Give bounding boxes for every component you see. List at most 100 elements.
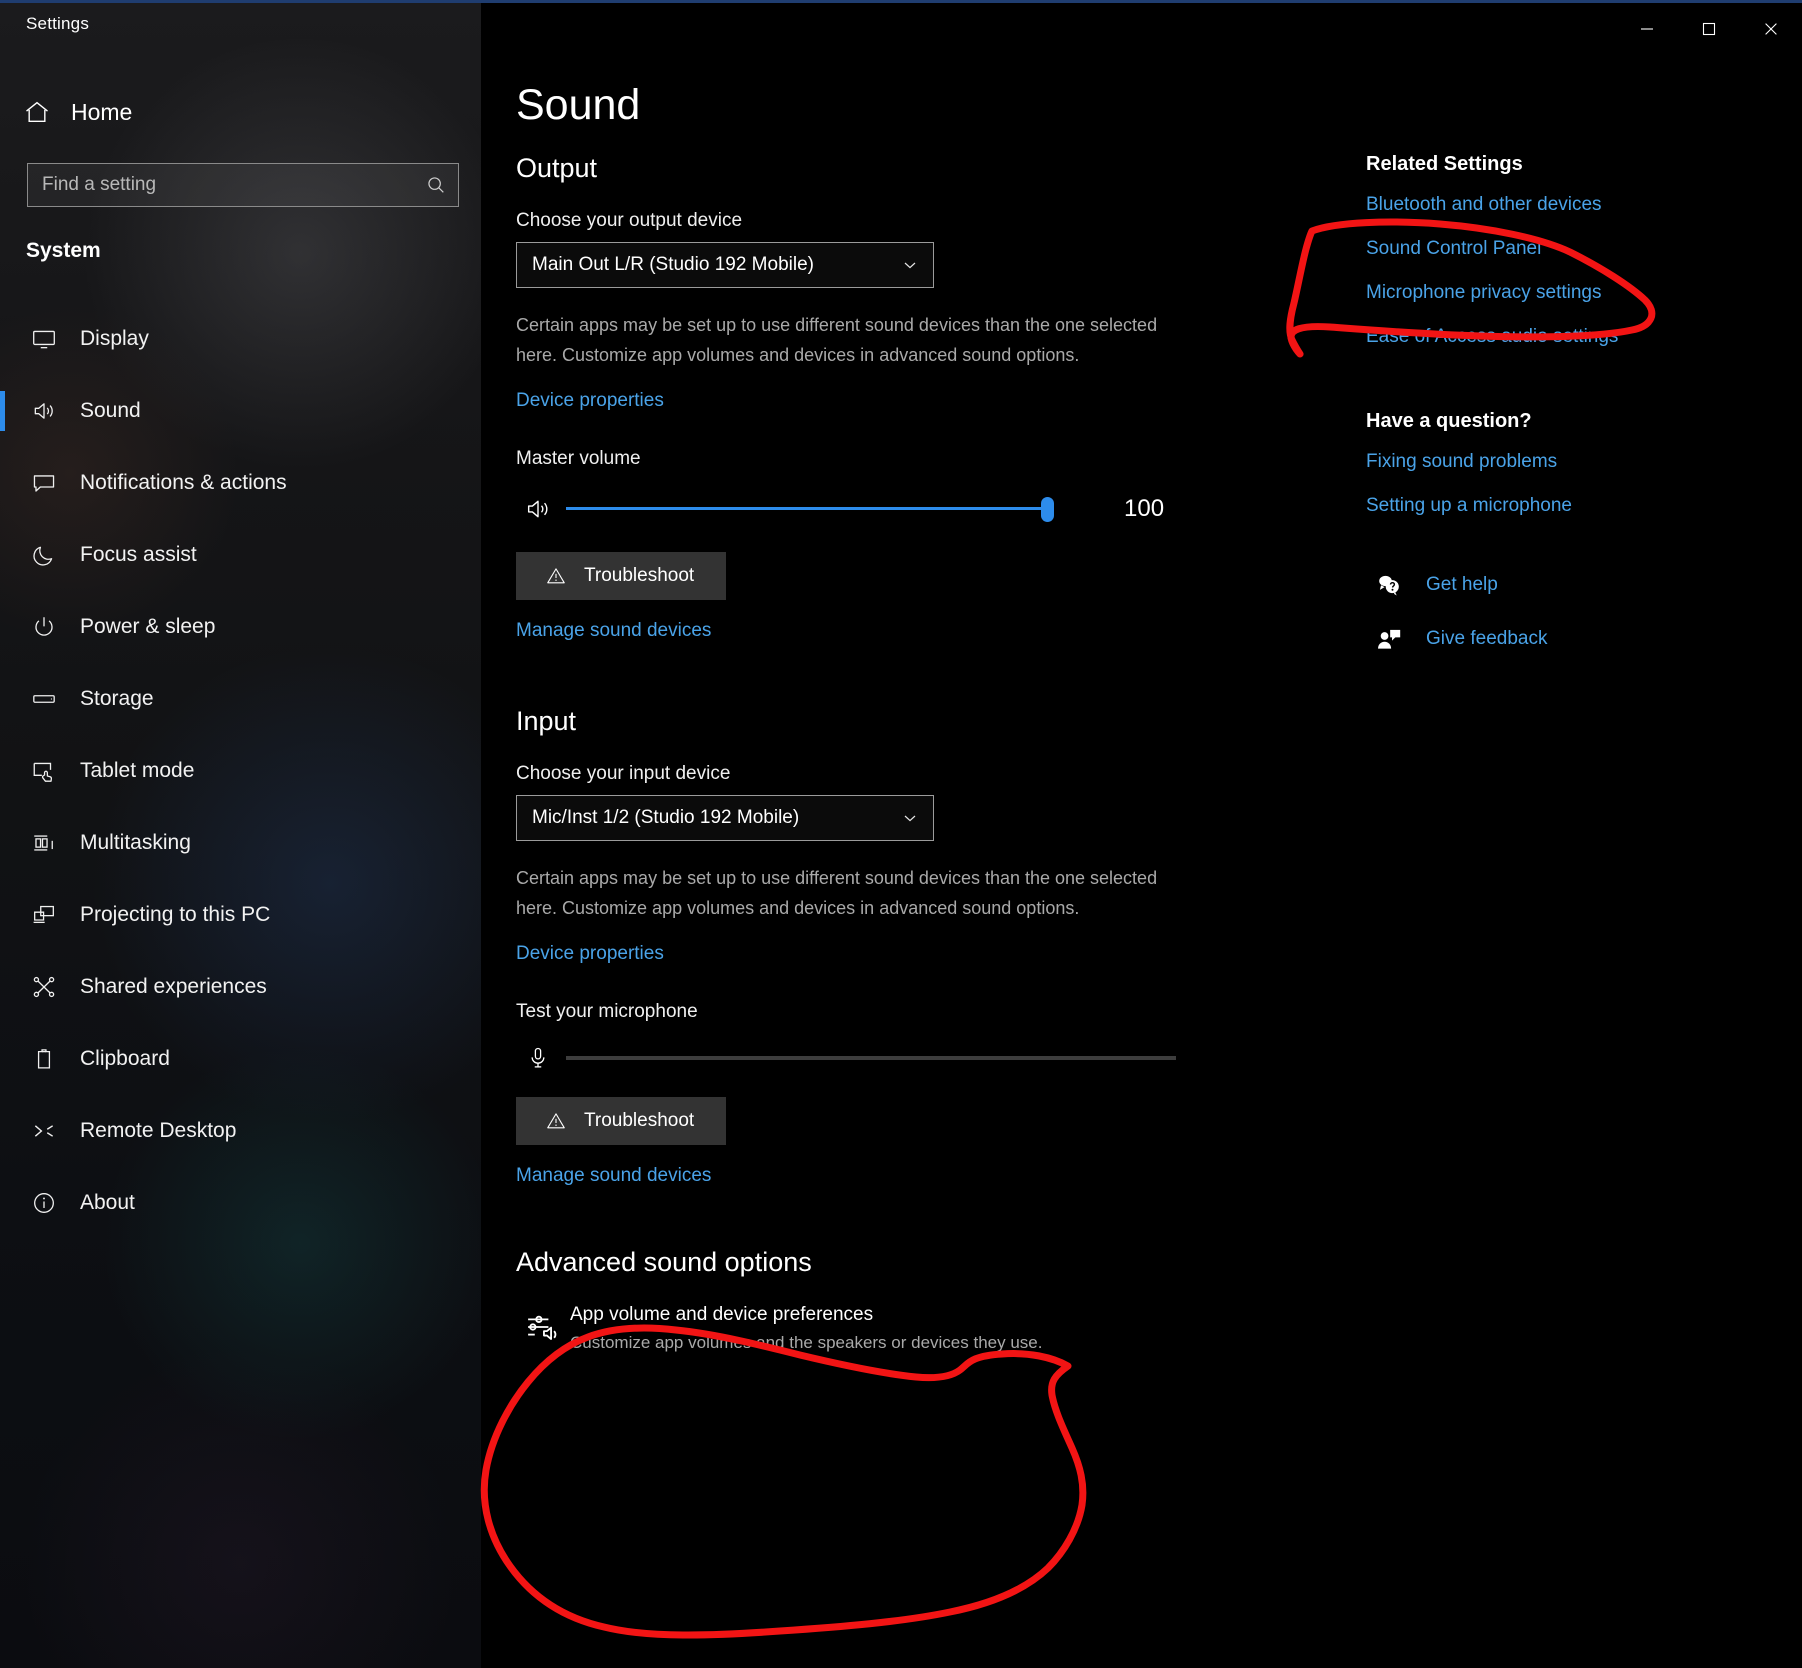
app-volume-device-preferences-item[interactable]: App volume and device preferences Custom…: [516, 1304, 1216, 1353]
related-settings-heading: Related Settings: [1366, 153, 1696, 176]
give-feedback-label: Give feedback: [1426, 628, 1547, 650]
app-title: Settings: [26, 14, 89, 34]
output-heading: Output: [516, 153, 1216, 184]
sidebar-item-label: Multitasking: [80, 831, 191, 855]
warning-triangle-icon: [542, 1110, 570, 1132]
input-device-label: Choose your input device: [516, 763, 1216, 785]
get-help-label: Get help: [1426, 574, 1498, 596]
right-panel: Related Settings Bluetooth and other dev…: [1366, 153, 1696, 679]
sidebar-item-home[interactable]: Home: [14, 85, 454, 139]
share-nodes-icon: [22, 974, 66, 1000]
master-volume-value: 100: [1124, 495, 1164, 523]
warning-triangle-icon: [542, 565, 570, 587]
sidebar-item-label: Focus assist: [80, 543, 197, 567]
help-block: Get help Give feedback: [1366, 571, 1696, 653]
tablet-touch-icon: [22, 758, 66, 784]
sidebar-item-notifications-actions[interactable]: Notifications & actions: [0, 447, 481, 519]
input-device-select[interactable]: Mic/Inst 1/2 (Studio 192 Mobile): [516, 795, 934, 841]
give-feedback-row[interactable]: Give feedback: [1366, 625, 1696, 653]
slider-fill: [566, 507, 1048, 510]
microphone-level-meter: [566, 1056, 1176, 1060]
output-device-value: Main Out L/R (Studio 192 Mobile): [517, 254, 887, 276]
sidebar-item-tablet-mode[interactable]: Tablet mode: [0, 735, 481, 807]
sidebar-item-storage[interactable]: Storage: [0, 663, 481, 735]
sidebar-item-multitasking[interactable]: Multitasking: [0, 807, 481, 879]
test-microphone-label: Test your microphone: [516, 1001, 1216, 1023]
app-volume-subtitle: Customize app volumes and the speakers o…: [570, 1333, 1042, 1353]
sidebar-group-title: System: [26, 239, 101, 263]
speaker-icon: [22, 398, 66, 424]
sidebar-item-label: Clipboard: [80, 1047, 170, 1071]
sidebar-item-label: Projecting to this PC: [80, 903, 270, 927]
master-volume-slider[interactable]: [566, 492, 1048, 526]
clipboard-icon: [22, 1046, 66, 1072]
output-device-properties-link[interactable]: Device properties: [516, 390, 664, 412]
input-troubleshoot-label: Troubleshoot: [584, 1110, 694, 1132]
input-troubleshoot-button[interactable]: Troubleshoot: [516, 1097, 726, 1145]
main-content: Sound Output Choose your output device M…: [481, 3, 1802, 1668]
sidebar-item-projecting-to-this-pc[interactable]: Projecting to this PC: [0, 879, 481, 951]
sidebar-item-label: About: [80, 1191, 135, 1215]
question-link-setting-up-a-microphone[interactable]: Setting up a microphone: [1366, 495, 1696, 517]
sidebar-item-shared-experiences[interactable]: Shared experiences: [0, 951, 481, 1023]
sidebar-item-label: Sound: [80, 399, 141, 423]
output-troubleshoot-button[interactable]: Troubleshoot: [516, 552, 726, 600]
question-link-fixing-sound-problems[interactable]: Fixing sound problems: [1366, 451, 1696, 473]
monitor-icon: [22, 326, 66, 352]
search-icon[interactable]: [414, 174, 458, 196]
advanced-heading: Advanced sound options: [516, 1247, 1216, 1278]
speaker-icon[interactable]: [516, 495, 560, 523]
sidebar-item-label: Notifications & actions: [80, 471, 287, 495]
sidebar-item-display[interactable]: Display: [0, 303, 481, 375]
output-device-select[interactable]: Main Out L/R (Studio 192 Mobile): [516, 242, 934, 288]
master-volume-row: 100: [516, 492, 1216, 526]
help-bubble-icon: [1366, 571, 1412, 599]
sidebar-item-label: Shared experiences: [80, 975, 267, 999]
home-icon: [14, 98, 60, 126]
sidebar-item-label: Remote Desktop: [80, 1119, 236, 1143]
sidebar-item-clipboard[interactable]: Clipboard: [0, 1023, 481, 1095]
output-description: Certain apps may be set up to use differ…: [516, 310, 1188, 370]
sidebar-item-label: Display: [80, 327, 149, 351]
power-icon: [22, 614, 66, 640]
remote-desktop-icon: [22, 1118, 66, 1144]
app-volume-title: App volume and device preferences: [570, 1304, 1042, 1326]
input-section: Input Choose your input device Mic/Inst …: [516, 706, 1216, 1187]
output-manage-sound-devices-link[interactable]: Manage sound devices: [516, 620, 711, 642]
mixer-sliders-icon: [516, 1304, 570, 1346]
drive-icon: [22, 686, 66, 712]
microphone-level-row: [516, 1045, 1216, 1071]
feedback-person-icon: [1366, 625, 1412, 653]
info-circle-icon: [22, 1190, 66, 1216]
sidebar-nav: Display Sound: [0, 303, 481, 1239]
output-section: Output Choose your output device Main Ou…: [516, 153, 1216, 642]
moon-icon: [22, 542, 66, 568]
project-screen-icon: [22, 902, 66, 928]
input-device-value: Mic/Inst 1/2 (Studio 192 Mobile): [517, 807, 887, 829]
input-device-properties-link[interactable]: Device properties: [516, 943, 664, 965]
settings-column: Output Choose your output device Main Ou…: [516, 153, 1216, 1353]
settings-window: Settings Home System: [0, 0, 1802, 1668]
sidebar-item-power-sleep[interactable]: Power & sleep: [0, 591, 481, 663]
sidebar-item-about[interactable]: About: [0, 1167, 481, 1239]
related-link-microphone-privacy[interactable]: Microphone privacy settings: [1366, 282, 1696, 304]
advanced-sound-options-section: Advanced sound options App volume and de…: [516, 1247, 1216, 1353]
sidebar-item-label: Storage: [80, 687, 154, 711]
get-help-row[interactable]: Get help: [1366, 571, 1696, 599]
have-a-question-heading: Have a question?: [1366, 410, 1696, 433]
sidebar-item-focus-assist[interactable]: Focus assist: [0, 519, 481, 591]
master-volume-label: Master volume: [516, 448, 1216, 470]
slider-thumb[interactable]: [1041, 497, 1054, 522]
search-input[interactable]: [28, 173, 414, 197]
related-link-bluetooth[interactable]: Bluetooth and other devices: [1366, 194, 1696, 216]
related-link-ease-of-access-audio[interactable]: Ease of Access audio settings: [1366, 326, 1696, 348]
related-link-sound-control-panel[interactable]: Sound Control Panel: [1366, 238, 1696, 260]
output-troubleshoot-label: Troubleshoot: [584, 565, 694, 587]
sidebar-item-sound[interactable]: Sound: [0, 375, 481, 447]
page-title: Sound: [516, 81, 640, 130]
input-heading: Input: [516, 706, 1216, 737]
sidebar-item-remote-desktop[interactable]: Remote Desktop: [0, 1095, 481, 1167]
sidebar-item-home-label: Home: [71, 99, 132, 126]
input-manage-sound-devices-link[interactable]: Manage sound devices: [516, 1165, 711, 1187]
search-box[interactable]: [27, 163, 459, 207]
